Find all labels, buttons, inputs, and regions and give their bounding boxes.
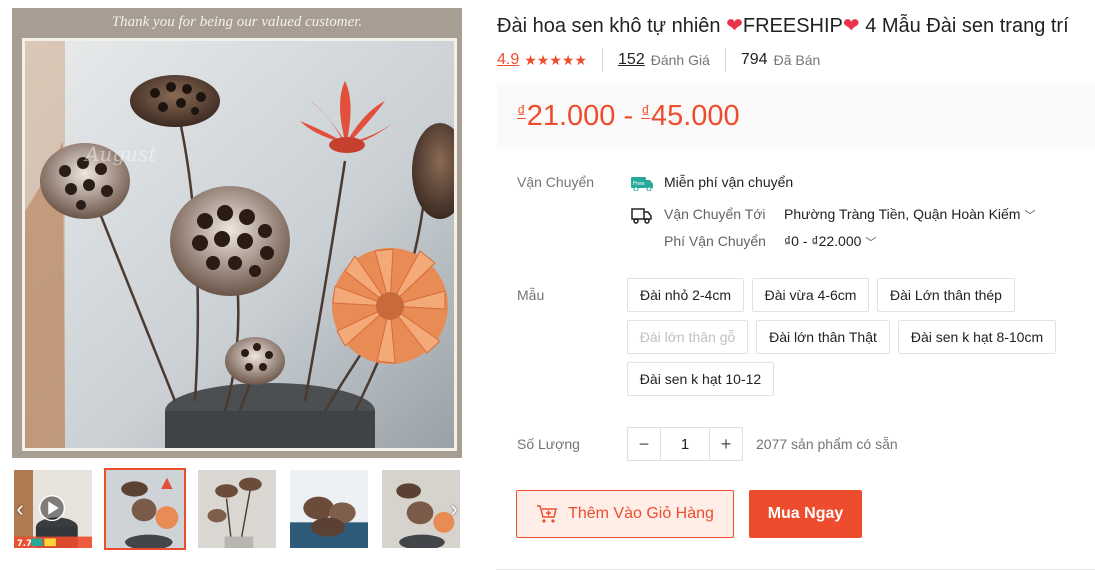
thumbnail-strip: 7.7 ‹ › — [12, 468, 462, 550]
free-shipping-icon: Free — [631, 177, 653, 191]
thumbnail-lotus-pods-pile[interactable] — [288, 468, 370, 550]
add-to-cart-label: Thêm Vào Giỏ Hàng — [568, 505, 714, 522]
sold-label: Đã Bán — [773, 52, 821, 68]
currency-symbol: ₫ — [517, 101, 526, 121]
banner-text: Thank you for being our valued customer. — [111, 14, 363, 30]
variant-label: Mẫu — [517, 287, 545, 303]
svg-text:Free: Free — [633, 181, 645, 187]
price-max: 45.000 — [650, 99, 740, 132]
lotus-bouquet-thumbnail-image — [106, 470, 184, 548]
add-to-cart-icon — [537, 505, 558, 523]
shipping-fee-label: Phí Vận Chuyển — [664, 233, 766, 249]
rating-row: 4.9 ★★★★★ 152 Đánh Giá 794 Đã Bán — [497, 48, 821, 72]
shipping-label: Vận Chuyển — [517, 174, 595, 190]
free-shipping-text: Miễn phí vận chuyển — [664, 174, 794, 190]
variant-option[interactable]: Đài sen k hạt 8-10cm — [898, 320, 1056, 354]
truck-icon — [631, 208, 652, 224]
increase-quantity-button[interactable]: + — [710, 428, 742, 460]
price-range: ₫21.000 - ₫45.000 — [517, 99, 740, 132]
decrease-quantity-button[interactable]: − — [628, 428, 660, 460]
variant-option[interactable]: Đài Lớn thân thép — [877, 278, 1015, 312]
variant-option[interactable]: Đài nhỏ 2-4cm — [627, 278, 744, 312]
lotus-photo-illustration: August — [25, 41, 454, 448]
quantity-label: Số Lượng — [517, 436, 580, 452]
ship-to-value: Phường Tràng Tiền, Quận Hoàn Kiếm — [784, 206, 1021, 222]
ship-to-selector[interactable]: Phường Tràng Tiền, Quận Hoàn Kiếm ﹀ — [784, 206, 1035, 223]
quantity-stepper: − 1 + — [627, 427, 743, 461]
buy-now-button[interactable]: Mua Ngay — [749, 490, 862, 538]
rating-score[interactable]: 4.9 — [497, 51, 519, 69]
thumbnail-lotus-bouquet[interactable] — [104, 468, 186, 550]
svg-text:7.7: 7.7 — [17, 539, 32, 548]
variant-option[interactable]: Đài lớn thân Thật — [756, 320, 890, 354]
product-photo: August — [22, 38, 457, 451]
product-title: Đài hoa sen khô tự nhiên ❤FREESHIP❤ 4 Mẫ… — [497, 15, 1069, 37]
shipping-fee-selector[interactable]: ₫0 - ₫22.000 ﹀ — [784, 233, 876, 250]
thumbnail-next-button[interactable]: › — [446, 498, 462, 520]
variant-option[interactable]: Đài sen k hạt 10-12 — [627, 362, 774, 396]
thumbnail-prev-button[interactable]: ‹ — [12, 498, 28, 520]
price-box: ₫21.000 - ₫45.000 — [497, 83, 1095, 149]
variant-option-disabled: Đài lớn thân gỗ — [627, 320, 748, 354]
sold-count: 794 — [740, 51, 768, 68]
shipping-fee-value: ₫0 - ₫22.000 — [784, 233, 862, 249]
stock-text: 2077 sản phẩm có sẵn — [756, 436, 898, 452]
chevron-down-icon: ﹀ — [865, 237, 877, 249]
lotus-pods-pile-thumbnail-image — [290, 470, 368, 548]
currency-symbol: ₫ — [641, 101, 650, 121]
heart-icon: ❤ — [726, 15, 743, 37]
ship-to-label: Vận Chuyển Tới — [664, 206, 766, 222]
main-product-image[interactable]: Thank you for being our valued customer. — [12, 8, 462, 458]
quantity-input[interactable]: 1 — [660, 428, 710, 460]
lotus-pods-vase-thumbnail-image — [198, 470, 276, 548]
reviews-count[interactable]: 152 — [618, 51, 645, 69]
heart-icon: ❤ — [842, 15, 860, 37]
divider — [724, 48, 726, 72]
chevron-down-icon: ﹀ — [1024, 210, 1036, 222]
thumbnail-lotus-pods-vase[interactable] — [196, 468, 278, 550]
star-rating-icon: ★★★★★ — [524, 51, 588, 68]
variant-option[interactable]: Đài vừa 4-6cm — [752, 278, 869, 312]
price-min: 21.000 — [526, 99, 616, 132]
add-to-cart-button[interactable]: Thêm Vào Giỏ Hàng — [516, 490, 734, 538]
divider — [497, 569, 1095, 570]
divider — [602, 48, 604, 72]
reviews-label: Đánh Giá — [650, 52, 710, 68]
watermark-text: August — [83, 142, 157, 166]
